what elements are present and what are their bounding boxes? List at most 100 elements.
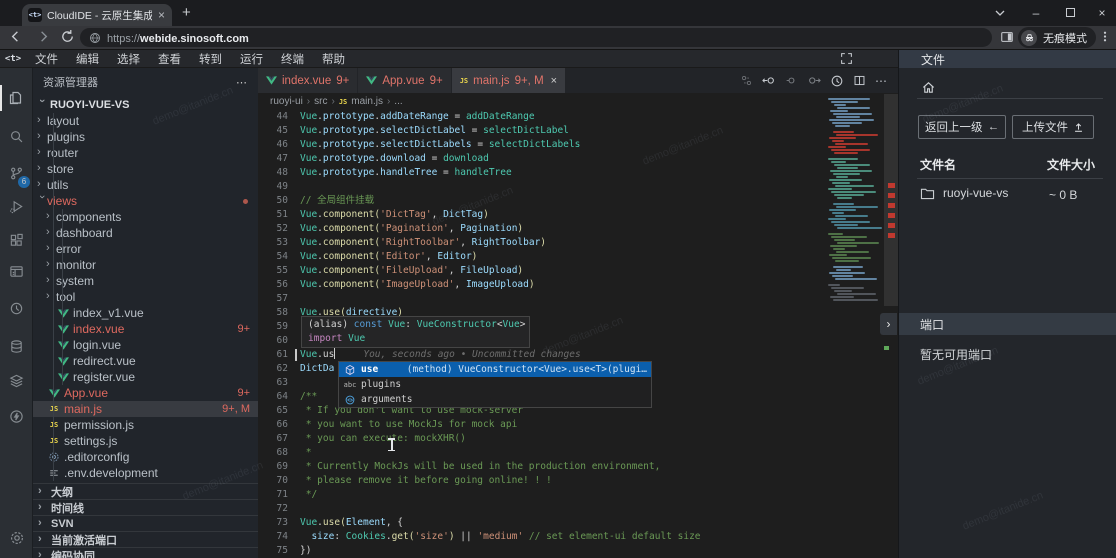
breadcrumb-item[interactable]: src: [314, 96, 327, 107]
tree-item-plugins[interactable]: ›plugins: [33, 129, 258, 145]
editor-tab-main.js[interactable]: JSmain.js 9+, M×: [452, 68, 565, 93]
modified-badge: 9+: [237, 323, 258, 335]
suggest-item-arguments[interactable]: arguments: [339, 392, 651, 407]
breadcrumb-item[interactable]: main.js: [351, 96, 383, 107]
suggest-item-plugins[interactable]: abcplugins: [339, 377, 651, 392]
menu-文件[interactable]: 文件: [26, 51, 67, 67]
nav-forward-icon[interactable]: [807, 74, 821, 87]
tab-search-chevron-icon[interactable]: [984, 0, 1016, 25]
tree-item-register-vue[interactable]: register.vue: [33, 369, 258, 385]
tree-item-index-vue[interactable]: index.vue9+: [33, 321, 258, 337]
sidebar-section-大纲[interactable]: ›大纲: [33, 483, 258, 499]
tree-item-views[interactable]: ›views: [33, 193, 258, 209]
tree-item-layout[interactable]: ›layout: [33, 113, 258, 129]
browser-tab[interactable]: <t> CloudIDE - 云原生集成开发环境 ×: [22, 4, 172, 26]
tree-item-error[interactable]: ›error: [33, 241, 258, 257]
source-control-icon[interactable]: 6: [3, 160, 30, 186]
sidebar-section-时间线[interactable]: ›时间线: [33, 499, 258, 515]
menu-选择[interactable]: 选择: [108, 51, 149, 67]
tree-item-components[interactable]: ›components: [33, 209, 258, 225]
browser-forward-icon[interactable]: [36, 29, 51, 44]
window-minimize-button[interactable]: –: [1020, 0, 1052, 25]
menu-终端[interactable]: 终端: [272, 51, 313, 67]
tree-item-dashboard[interactable]: ›dashboard: [33, 225, 258, 241]
tree-item--env-development[interactable]: .env.development: [33, 465, 258, 481]
chevron-right-icon: ›: [46, 226, 56, 238]
settings-gear-icon[interactable]: [3, 525, 30, 551]
chevron-right-icon: ›: [38, 501, 48, 513]
window-maximize-button[interactable]: [1054, 0, 1086, 25]
menu-帮助[interactable]: 帮助: [313, 51, 354, 67]
tree-item-router[interactable]: ›router: [33, 145, 258, 161]
tree-item-redirect-vue[interactable]: redirect.vue: [33, 353, 258, 369]
tree-item-settings-js[interactable]: JSsettings.js: [33, 433, 258, 449]
minimap[interactable]: [826, 68, 884, 558]
extensions-icon[interactable]: [3, 227, 30, 253]
suggest-item-use[interactable]: use(method) VueConstructor<Vue>.use<T>(p…: [339, 362, 651, 377]
chevron-down-icon: ›: [36, 195, 48, 205]
modified-badge: 9+: [430, 75, 443, 87]
browser-menu-dots-icon[interactable]: [1098, 29, 1112, 44]
tree-item-main-js[interactable]: JSmain.js9+, M: [33, 401, 258, 417]
tree-item-utils[interactable]: ›utils: [33, 177, 258, 193]
editor-tab-App.vue[interactable]: App.vue 9+: [358, 68, 450, 93]
menu-查看[interactable]: 查看: [149, 51, 190, 67]
side-panel-icon[interactable]: [1000, 30, 1014, 44]
editor-tab-index.vue[interactable]: index.vue 9+: [258, 68, 357, 93]
vue-file-icon: [56, 357, 70, 366]
tree-item-login-vue[interactable]: login.vue: [33, 337, 258, 353]
tree-item-permission-js[interactable]: JSpermission.js: [33, 417, 258, 433]
line-number: 68: [258, 446, 288, 460]
menu-转到[interactable]: 转到: [190, 51, 231, 67]
upload-file-button[interactable]: 上传文件: [1012, 115, 1094, 139]
window-close-button[interactable]: ×: [1086, 0, 1116, 25]
run-debug-icon[interactable]: [3, 193, 30, 219]
breadcrumb[interactable]: ruoyi-ui›src›JSmain.js›...: [258, 93, 898, 110]
sidebar-section-编码协同[interactable]: ›编码协同: [33, 547, 258, 558]
preview-icon[interactable]: [3, 258, 30, 284]
tree-item-system[interactable]: ›system: [33, 273, 258, 289]
code-line-44: 44Vue.prototype.addDateRange = addDateRa…: [258, 110, 898, 124]
tree-item-App-vue[interactable]: App.vue9+: [33, 385, 258, 401]
incognito-badge[interactable]: 无痕模式: [1018, 27, 1096, 48]
favicon: <t>: [28, 8, 42, 22]
new-tab-button[interactable]: +: [182, 5, 191, 20]
timeline-clock-icon[interactable]: [3, 295, 30, 321]
home-icon[interactable]: [921, 80, 936, 94]
code-line-51: 51Vue.component('DictTag', DictTag): [258, 208, 898, 222]
lightning-icon[interactable]: [3, 403, 30, 429]
tree-item-monitor[interactable]: ›monitor: [33, 257, 258, 273]
tree-item-store[interactable]: ›store: [33, 161, 258, 177]
ports-header[interactable]: 端口: [899, 313, 1116, 335]
breadcrumb-item[interactable]: ...: [394, 96, 402, 107]
menu-编辑[interactable]: 编辑: [67, 51, 108, 67]
autocomplete-popup[interactable]: use(method) VueConstructor<Vue>.use<T>(p…: [338, 361, 652, 408]
nav-position-icon[interactable]: [785, 74, 798, 87]
symbol-icon: [343, 394, 357, 406]
tree-item--editorconfig[interactable]: .editorconfig: [33, 449, 258, 465]
line-number: 46: [258, 138, 288, 152]
menu-运行[interactable]: 运行: [231, 51, 272, 67]
explorer-icon[interactable]: [0, 85, 27, 111]
column-filesize: 文件大小: [1047, 156, 1095, 173]
layers-icon[interactable]: [3, 367, 30, 393]
back-up-level-button[interactable]: 返回上一级 ←: [918, 115, 1006, 139]
breadcrumb-item[interactable]: ruoyi-ui: [270, 96, 303, 107]
tree-item-index_v1-vue[interactable]: index_v1.vue: [33, 305, 258, 321]
nav-back-icon[interactable]: [762, 74, 776, 87]
tree-root-ruoyi-vue-vs[interactable]: › RUOYI-VUE-VS: [33, 96, 258, 113]
fullscreen-icon[interactable]: [840, 52, 853, 65]
search-icon[interactable]: [3, 123, 30, 149]
compare-changes-icon[interactable]: [740, 74, 753, 87]
panel-expand-arrow-icon[interactable]: ›: [880, 313, 897, 335]
browser-reload-icon[interactable]: [60, 29, 75, 44]
database-icon[interactable]: [3, 333, 30, 359]
tree-item-tool[interactable]: ›tool: [33, 289, 258, 305]
tab-close-icon[interactable]: ×: [551, 75, 557, 87]
url-bar[interactable]: https://webide.sinosoft.com: [80, 28, 992, 47]
explorer-more-actions-icon[interactable]: ⋯: [236, 76, 248, 89]
sidebar-section-当前激活端口[interactable]: ›当前激活端口: [33, 531, 258, 547]
sidebar-section-SVN[interactable]: ›SVN: [33, 515, 258, 531]
tab-close-icon[interactable]: ×: [157, 9, 166, 21]
browser-back-icon[interactable]: [8, 29, 23, 44]
